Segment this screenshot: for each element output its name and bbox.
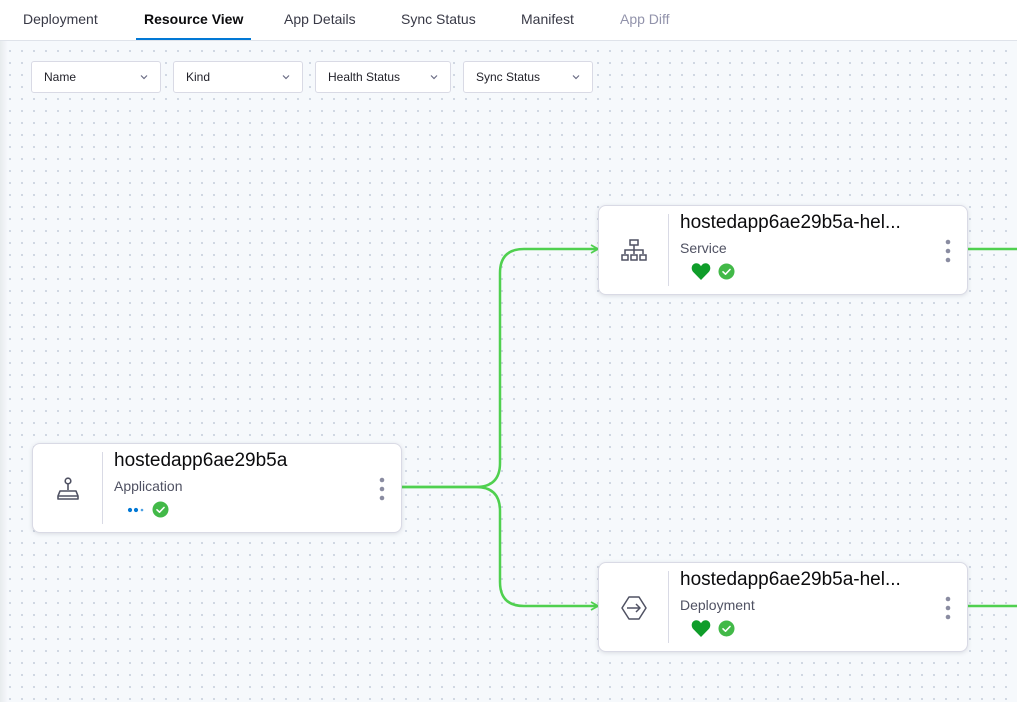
node-deployment-status: [691, 620, 771, 638]
progressing-dots-icon: [127, 507, 144, 513]
deployment-arrow-icon: [621, 596, 647, 620]
node-deployment-name: hostedapp6ae29b5a-hel...: [680, 569, 901, 590]
more-options-icon[interactable]: [377, 476, 387, 502]
network-tree-icon: [621, 239, 647, 261]
more-options-icon[interactable]: [943, 595, 953, 621]
tab-app-diff: App Diff: [620, 11, 670, 27]
tab-sync-status[interactable]: Sync Status: [393, 0, 484, 40]
joystick-icon: [57, 477, 79, 500]
node-application-name: hostedapp6ae29b5a: [114, 450, 288, 471]
edge-application-to-deployment: [401, 485, 600, 611]
tab-resource-view[interactable]: Resource View: [136, 0, 252, 40]
node-divider: [668, 214, 669, 286]
healthy-heart-icon: [691, 263, 711, 280]
healthy-heart-icon: [691, 620, 711, 637]
synced-check-icon: [152, 501, 169, 518]
more-options-icon[interactable]: [943, 238, 953, 264]
node-deployment-kind: Deployment: [680, 597, 755, 613]
tab-app-details[interactable]: App Details: [276, 0, 364, 40]
edge-application-to-service: [401, 244, 600, 489]
tab-deployment[interactable]: Deployment: [15, 0, 106, 40]
node-service-status: [691, 263, 771, 281]
synced-check-icon: [718, 263, 735, 280]
node-application[interactable]: hostedapp6ae29b5a Application: [32, 443, 402, 533]
node-service-name: hostedapp6ae29b5a-hel...: [680, 212, 901, 233]
node-deployment[interactable]: hostedapp6ae29b5a-hel... Deployment: [598, 562, 968, 652]
tab-bar: Deployment Resource View App Details Syn…: [0, 0, 1017, 41]
node-service[interactable]: hostedapp6ae29b5a-hel... Service: [598, 205, 968, 295]
node-application-kind: Application: [114, 478, 183, 494]
resource-graph-canvas[interactable]: Name Kind Health Status Sync Status host…: [0, 41, 1017, 702]
node-divider: [668, 571, 669, 643]
synced-check-icon: [718, 620, 735, 637]
node-divider: [102, 452, 103, 524]
tab-manifest[interactable]: Manifest: [513, 0, 582, 40]
node-service-kind: Service: [680, 240, 727, 256]
node-application-status: [125, 501, 205, 519]
